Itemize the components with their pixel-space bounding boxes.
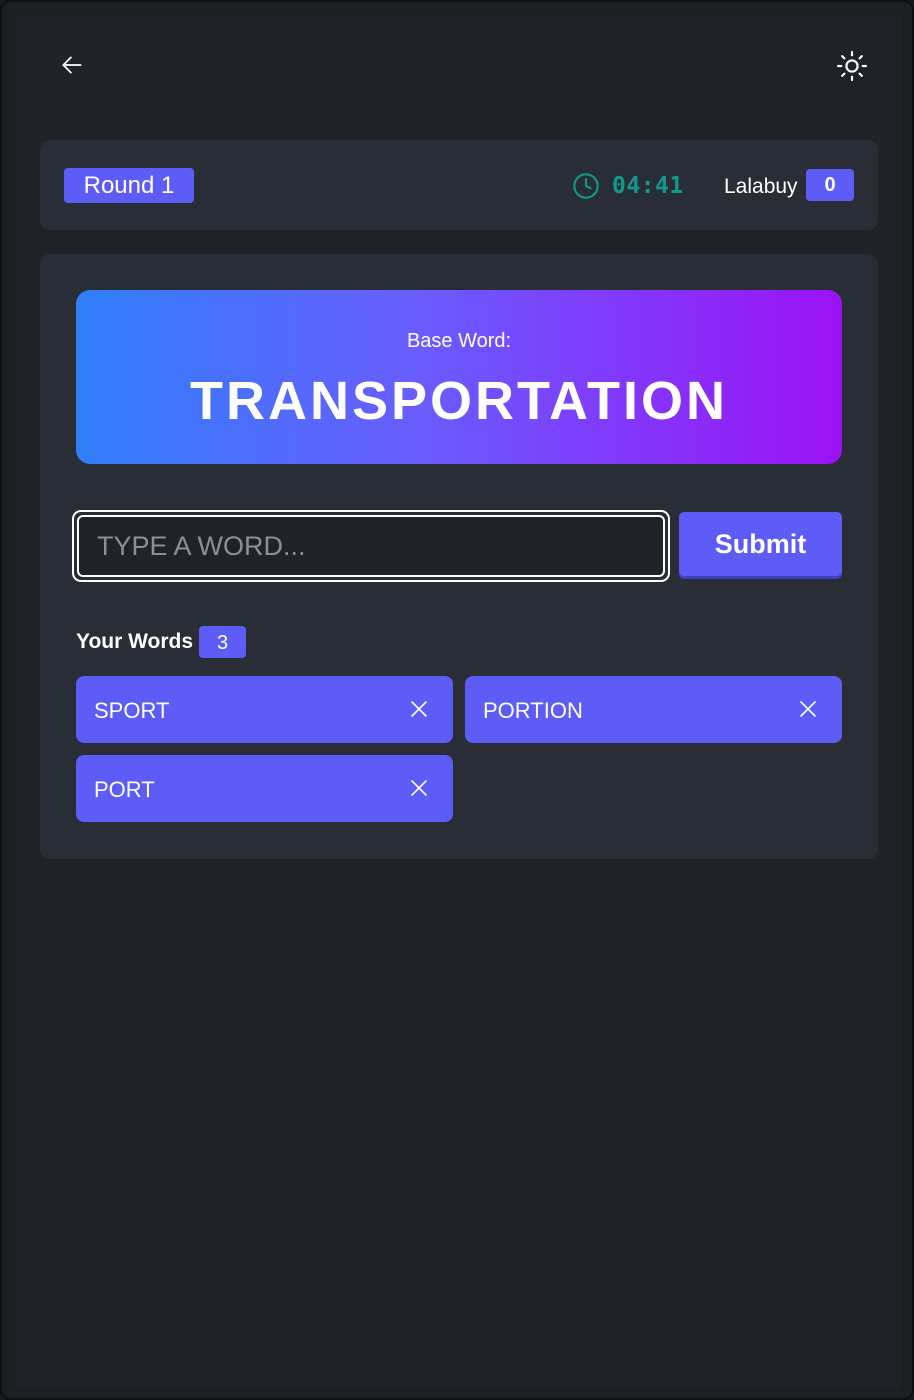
- word-input-wrapper: [72, 510, 670, 582]
- close-icon[interactable]: [409, 778, 429, 798]
- base-word-label: Base Word:: [406, 330, 512, 352]
- your-words-label: Your Words: [76, 630, 194, 653]
- theme-toggle-button[interactable]: [832, 46, 872, 86]
- app-screen: Round 1 04:41 Lalabuy 0 Base Word: TRANS…: [16, 16, 902, 1388]
- close-icon[interactable]: [409, 699, 429, 719]
- timer-value: 04:41: [612, 173, 684, 199]
- round-badge: Round 1: [64, 168, 194, 203]
- word-chip: SPORT: [76, 676, 453, 743]
- base-word: TRANSPORTATION: [190, 371, 728, 431]
- your-words-heading: Your Words 3: [76, 626, 247, 658]
- round-status-card: Round 1 04:41 Lalabuy 0: [40, 140, 878, 230]
- game-card: Base Word: TRANSPORTATION Submit Your Wo…: [40, 254, 878, 859]
- submit-button[interactable]: Submit: [679, 512, 842, 576]
- sun-icon: [836, 50, 868, 82]
- word-chip-text: SPORT: [94, 698, 170, 723]
- arrow-left-icon: [62, 56, 82, 74]
- word-chip: PORT: [76, 755, 453, 822]
- words-count-badge: 3: [199, 626, 247, 658]
- word-chip-text: PORT: [94, 777, 155, 802]
- close-icon[interactable]: [798, 699, 818, 719]
- word-chip-text: PORTION: [483, 698, 583, 723]
- word-chip: PORTION: [465, 676, 842, 743]
- back-button[interactable]: [52, 45, 92, 85]
- word-input[interactable]: [77, 515, 665, 577]
- word-list: SPORT PORTION PORT: [76, 676, 842, 826]
- score-badge: 0: [806, 169, 854, 201]
- base-word-panel: Base Word: TRANSPORTATION: [76, 290, 842, 464]
- clock-icon: [573, 173, 599, 199]
- window-frame: Round 1 04:41 Lalabuy 0 Base Word: TRANS…: [0, 0, 914, 1400]
- player-name: Lalabuy: [724, 175, 798, 198]
- timer: 04:41: [572, 170, 684, 202]
